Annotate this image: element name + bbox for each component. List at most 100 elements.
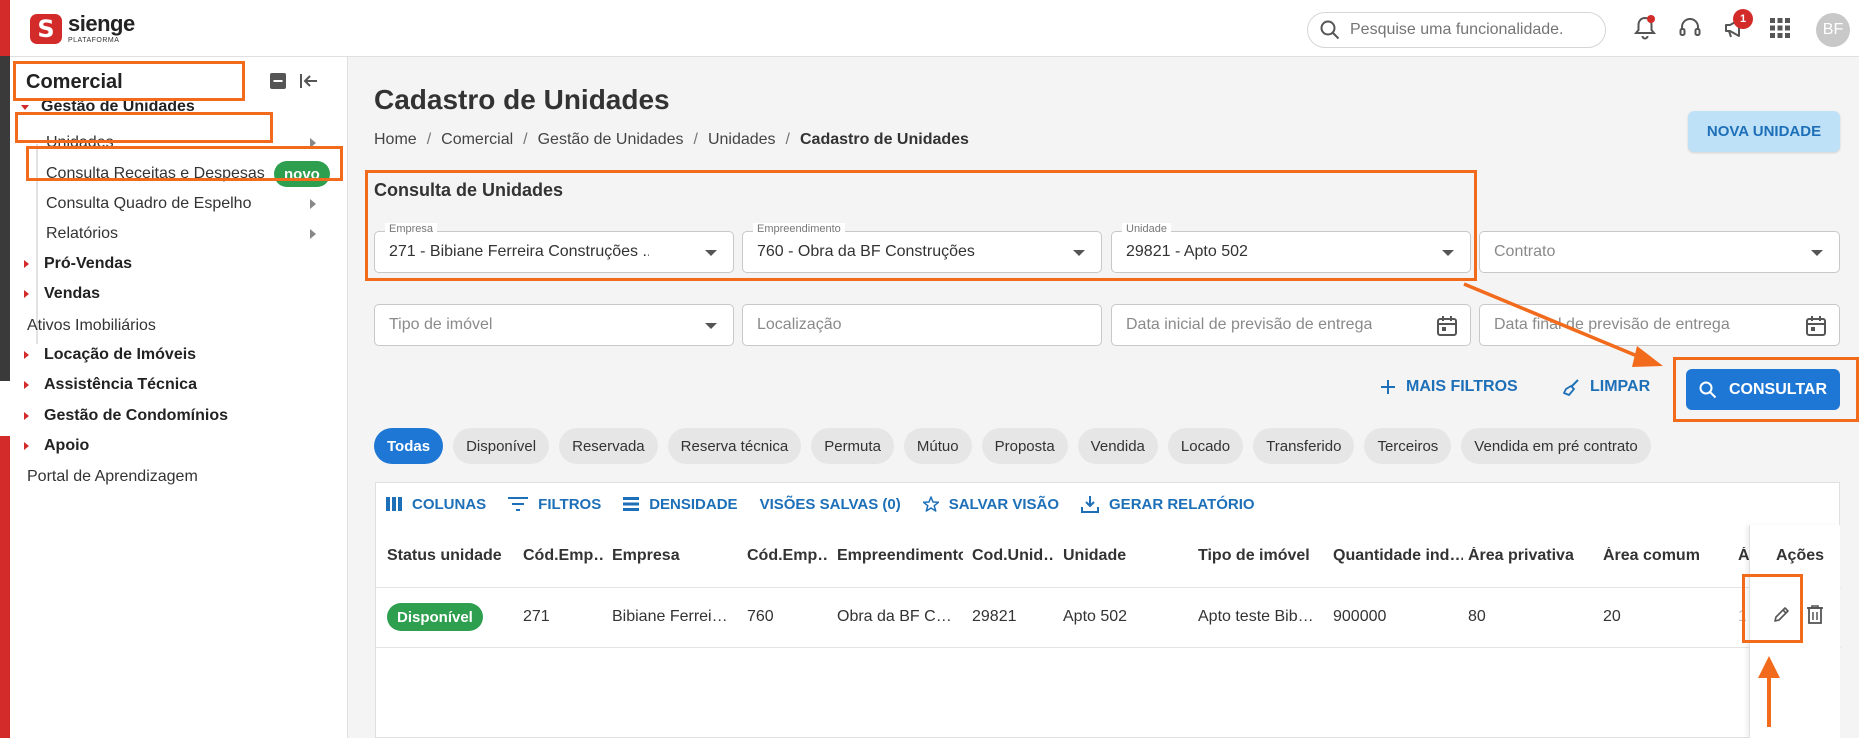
broom-icon [1563, 379, 1579, 396]
col-quantidade[interactable]: Quantidade ind… [1333, 547, 1463, 565]
trash-icon[interactable] [1806, 604, 1824, 624]
col-tipo-imovel[interactable]: Tipo de imóvel [1198, 547, 1318, 565]
filter-icon [508, 497, 529, 511]
data-final-input[interactable]: Data final de previsão de entrega [1479, 304, 1840, 346]
breadcrumb-home[interactable]: Home [374, 131, 417, 149]
search-button[interactable]: CONSULTAR [1686, 369, 1840, 410]
tipo-imovel-select[interactable]: Tipo de imóvel [374, 304, 734, 346]
sidebar-item-consulta-quadro[interactable]: Consulta Quadro de Espelho [46, 191, 336, 217]
col-area-privativa[interactable]: Área privativa [1468, 547, 1593, 565]
chip-reservada[interactable]: Reservada [559, 428, 658, 464]
density-icon [623, 497, 640, 511]
grid-toolbar: COLUNAS FILTROS DENSIDADE VISÕES SALVAS … [386, 495, 1255, 513]
sidebar-item-portal[interactable]: Portal de Aprendizagem [27, 464, 198, 490]
save-view-button[interactable]: SALVAR VISÃO [922, 496, 1059, 513]
cell-empresa: Bibiane Ferrei… [612, 608, 728, 625]
caret-right-icon [24, 351, 29, 359]
chip-vendida-pre-contrato[interactable]: Vendida em pré contrato [1461, 428, 1651, 464]
app-logo[interactable]: S sienge PLATAFORMA [30, 13, 135, 44]
breadcrumb-comercial[interactable]: Comercial [441, 131, 513, 149]
chip-reserva-tecnica[interactable]: Reserva técnica [667, 428, 802, 464]
collapse-sidebar-icon[interactable] [300, 74, 318, 88]
left-accent-strip [0, 0, 10, 738]
chip-locado[interactable]: Locado [1167, 428, 1244, 464]
search-icon [1320, 20, 1340, 40]
empreendimento-select[interactable]: Empreendimento 760 - Obra da BF Construç… [742, 223, 1102, 273]
localizacao-input[interactable]: Localização [742, 304, 1102, 346]
star-icon [922, 496, 939, 512]
dropdown-arrow-icon [1073, 250, 1085, 256]
more-filters-button[interactable]: MAIS FILTROS [1380, 378, 1518, 396]
global-search[interactable] [1307, 12, 1606, 48]
headset-icon[interactable] [1677, 13, 1702, 43]
caret-right-icon [24, 381, 29, 389]
col-area-comum[interactable]: Área comum [1603, 547, 1723, 565]
page-title: Cadastro de Unidades [374, 84, 670, 115]
sidebar-item-condominios[interactable]: Gestão de Condomínios [24, 403, 228, 429]
sidebar-item-consulta-receitas[interactable]: Consulta Receitas e Despesas [46, 161, 265, 187]
sidebar-item-pro-vendas[interactable]: Pró-Vendas [24, 251, 132, 277]
collapse-all-icon[interactable] [270, 73, 286, 89]
new-unit-button[interactable]: NOVA UNIDADE [1688, 111, 1840, 152]
table-header: Status unidade Cód.Emp… Empresa Cód.Emp…… [376, 525, 1841, 588]
calendar-icon[interactable] [1436, 315, 1458, 337]
chip-permuta[interactable]: Permuta [811, 428, 894, 464]
col-empresa[interactable]: Empresa [612, 547, 732, 565]
col-cod-empreendimento[interactable]: Cód.Emp… [747, 547, 829, 565]
col-empreendimento[interactable]: Empreendimento [837, 547, 963, 565]
sidebar-item-ativos[interactable]: Ativos Imobiliários [27, 313, 156, 339]
sidebar-item-relatorios[interactable]: Relatórios [46, 221, 336, 247]
sidebar-item-gestao-unidades[interactable]: Gestão de Unidades [21, 98, 195, 116]
contrato-select[interactable]: Contrato [1479, 231, 1840, 273]
apps-grid-icon[interactable] [1767, 13, 1792, 43]
unidade-select[interactable]: Unidade 29821 - Apto 502 [1111, 223, 1471, 273]
sidebar-item-assistencia[interactable]: Assistência Técnica [24, 372, 197, 398]
col-cod-empresa[interactable]: Cód.Emp… [523, 547, 605, 565]
caret-right-icon [24, 412, 29, 420]
breadcrumb-gestao[interactable]: Gestão de Unidades [538, 131, 684, 149]
chip-transferido[interactable]: Transferido [1253, 428, 1355, 464]
dropdown-arrow-icon [1811, 250, 1823, 256]
edit-pencil-icon[interactable] [1772, 604, 1792, 624]
columns-button[interactable]: COLUNAS [386, 496, 486, 513]
empresa-select[interactable]: Empresa 271 - Bibiane Ferreira Construçõ… [374, 223, 734, 273]
data-inicial-input[interactable]: Data inicial de previsão de entrega [1111, 304, 1471, 346]
clear-button[interactable]: LIMPAR [1562, 378, 1650, 396]
sidebar-item-unidades[interactable]: Unidades [46, 130, 336, 156]
search-input[interactable] [1350, 21, 1590, 39]
sidebar-item-locacao[interactable]: Locação de Imóveis [24, 342, 196, 368]
status-badge: Disponível [387, 603, 483, 631]
caret-right-icon [24, 442, 29, 450]
breadcrumb-unidades[interactable]: Unidades [708, 131, 776, 149]
sidebar-item-vendas[interactable]: Vendas [24, 281, 100, 307]
chip-proposta[interactable]: Proposta [981, 428, 1068, 464]
avatar[interactable]: BF [1816, 13, 1850, 47]
chip-todas[interactable]: Todas [374, 428, 444, 464]
bell-icon[interactable] [1632, 13, 1657, 43]
cell-tipo-imovel: Apto teste Bib… [1198, 608, 1314, 625]
col-cod-unidade[interactable]: Cod.Unid… [972, 547, 1054, 565]
generate-report-button[interactable]: GERAR RELATÓRIO [1081, 495, 1255, 513]
chip-disponivel[interactable]: Disponível [453, 428, 550, 464]
chip-vendida[interactable]: Vendida [1077, 428, 1158, 464]
announcement-badge: 1 [1733, 9, 1753, 29]
density-button[interactable]: DENSIDADE [623, 496, 738, 513]
sidebar-item-apoio[interactable]: Apoio [24, 433, 89, 459]
cell-cod-unidade: 29821 [972, 608, 1017, 625]
chip-terceiros[interactable]: Terceiros [1364, 428, 1452, 464]
saved-views-button[interactable]: VISÕES SALVAS (0) [760, 496, 901, 513]
table-row[interactable]: Disponível 271 Bibiane Ferrei… 760 Obra … [376, 588, 1841, 648]
chevron-right-icon [310, 199, 316, 209]
cell-area-comum: 20 [1603, 608, 1621, 625]
chip-mutuo[interactable]: Mútuo [903, 428, 972, 464]
logo-mark: S [30, 13, 62, 44]
caret-down-icon [21, 104, 29, 110]
col-status[interactable]: Status unidade [387, 547, 507, 565]
calendar-icon[interactable] [1805, 315, 1827, 337]
dropdown-arrow-icon [705, 323, 717, 329]
megaphone-icon[interactable]: 1 [1722, 9, 1753, 43]
units-grid: COLUNAS FILTROS DENSIDADE VISÕES SALVAS … [375, 482, 1841, 738]
chevron-right-icon [310, 138, 316, 148]
col-unidade[interactable]: Unidade [1063, 547, 1183, 565]
filters-button[interactable]: FILTROS [508, 496, 601, 513]
